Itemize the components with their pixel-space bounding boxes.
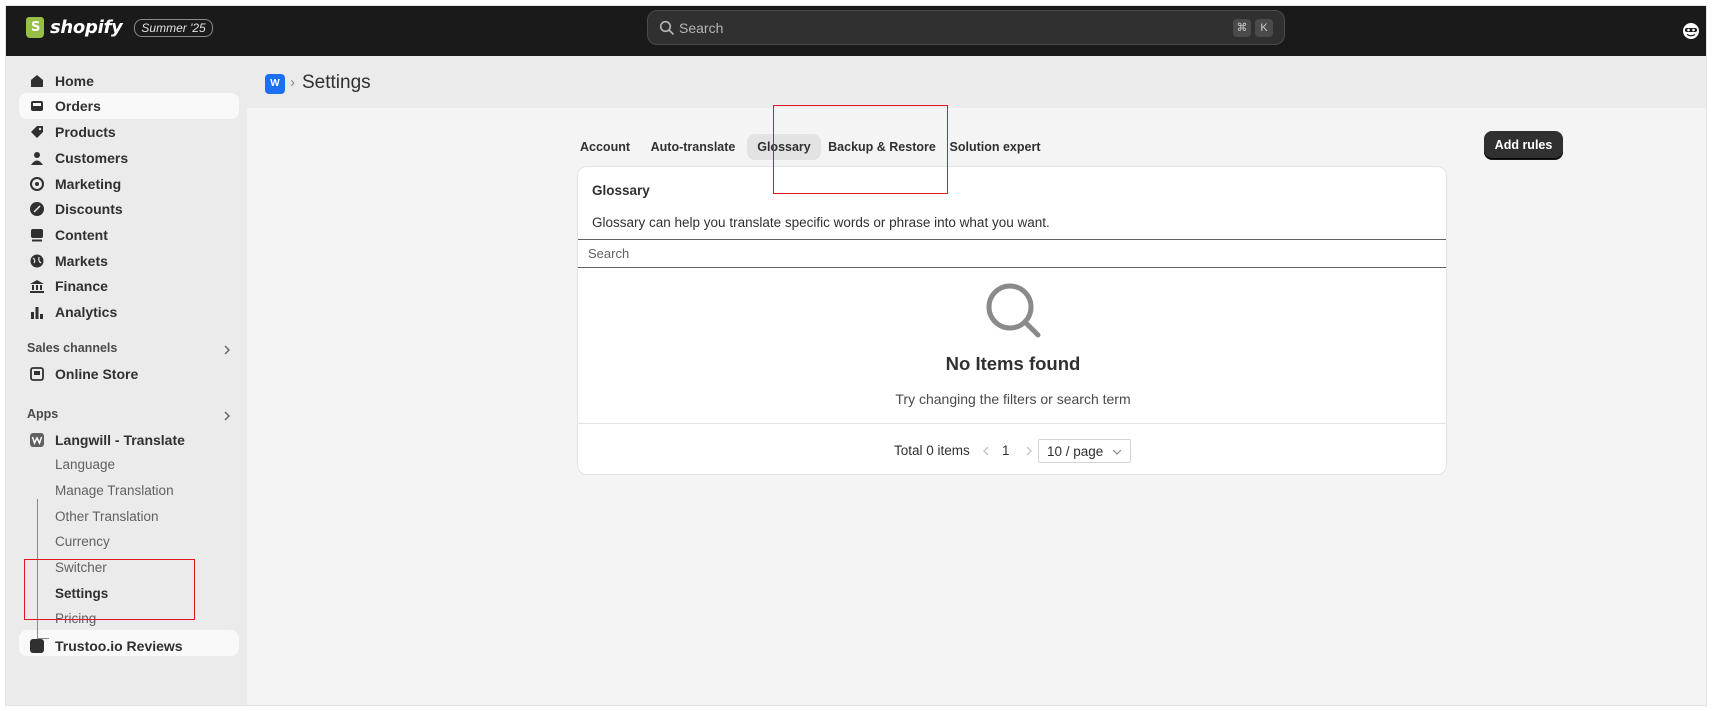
page-size-value: 10 / page [1047,444,1104,459]
sidebar-item-trustoo[interactable]: Trustoo.io Reviews [19,633,239,659]
sidebar-item-home[interactable]: Home [19,68,239,94]
breadcrumb-separator: › [290,74,295,91]
card-description: Glossary can help you translate specific… [592,215,1050,230]
tab-solution-expert[interactable]: Solution expert [944,134,1046,160]
apps-heading[interactable]: Apps [27,407,58,421]
discount-icon [30,202,44,216]
glossary-card: Glossary Glossary can help you translate… [577,166,1447,475]
sidebar-item-discounts[interactable]: Discounts [19,196,239,222]
glossary-search-input[interactable]: Search [578,239,1446,268]
subnav-other-translation[interactable]: Other Translation [55,509,159,524]
content-icon [31,229,43,242]
page-number[interactable]: 1 [1002,443,1010,458]
search-placeholder: Search [588,246,630,261]
subnav-language[interactable]: Language [55,457,115,472]
store-icon [30,367,44,381]
page-header: W › Settings [247,56,1706,108]
sidebar-item-label: Content [55,227,108,243]
sidebar-item-content[interactable]: Content [19,222,239,248]
sidebar-item-label: Analytics [55,304,118,320]
chevron-left-icon[interactable] [980,444,992,458]
bar-chart-icon [31,307,43,319]
sales-channels-heading[interactable]: Sales channels [27,341,117,355]
empty-state-title: No Items found [945,353,1081,374]
sidebar-item-markets[interactable]: Markets [19,248,239,274]
chevron-down-icon [1112,449,1122,455]
tab-auto-translate[interactable]: Auto-translate [647,134,739,160]
langwill-logo-icon[interactable]: W [265,74,285,94]
search-icon [659,20,674,35]
top-bar: shopify Summer '25 Search ⌘ K [6,6,1706,56]
sidebar-item-label: Finance [55,278,108,294]
sidebar-item-langwill[interactable]: Langwill - Translate [19,427,239,453]
empty-state-subtitle: Try changing the filters or search term [895,391,1131,407]
trustoo-app-icon [30,639,44,653]
sidebar-item-analytics[interactable]: Analytics [19,299,239,325]
pagination-total: Total 0 items [894,443,970,458]
sidebar-item-orders[interactable]: Orders [19,93,239,119]
sidebar-item-online-store[interactable]: Online Store [19,361,239,387]
bank-icon [30,280,44,293]
sidebar-item-label: Home [55,73,94,89]
sidebar-item-label: Discounts [55,201,123,217]
magnifier-icon [986,283,1041,338]
brand-name: shopify [50,17,123,38]
home-icon [31,75,43,87]
tab-account[interactable]: Account [572,134,638,160]
page-title: Settings [302,72,371,93]
add-rules-button[interactable]: Add rules [1484,131,1563,159]
sidebar-item-finance[interactable]: Finance [19,273,239,299]
content-area: Account Auto-translate Glossary Backup &… [247,108,1706,705]
shopify-bag-icon [26,17,44,38]
user-avatar-icon[interactable] [1682,22,1700,40]
search-placeholder: Search [679,20,724,36]
edition-badge: Summer '25 [134,18,213,37]
sidebar-item-label: Marketing [55,176,122,192]
annotation-box-glossary-tab [773,105,948,194]
shopify-logo[interactable]: shopify Summer '25 [26,17,213,38]
divider [578,423,1446,424]
subnav-currency[interactable]: Currency [55,534,110,549]
sidebar-item-label: Trustoo.io Reviews [55,638,183,654]
main-area: W › Settings Account Auto-translate Glos… [247,56,1706,705]
person-icon [31,152,43,165]
k-key-hint: K [1255,19,1273,37]
page-size-select[interactable]: 10 / page [1038,439,1131,463]
app-frame: shopify Summer '25 Search ⌘ K Home [5,5,1707,706]
sidebar-item-products[interactable]: Products [19,119,239,145]
sidebar-item-marketing[interactable]: Marketing [19,171,239,197]
langwill-app-icon [30,433,44,447]
sidebar-item-label: Langwill - Translate [55,432,185,448]
command-key-hint: ⌘ [1233,19,1251,37]
sidebar-item-label: Customers [55,150,129,166]
subnav-manage-translation[interactable]: Manage Translation [55,483,174,498]
sidebar-item-customers[interactable]: Customers [19,145,239,171]
tag-icon [31,126,43,138]
chevron-right-icon[interactable] [1023,444,1035,458]
global-search[interactable]: Search ⌘ K [647,10,1285,45]
sidebar-item-label: Products [55,124,116,140]
orders-icon [31,101,43,111]
target-icon [30,177,44,191]
chevron-right-icon[interactable] [222,345,232,355]
sidebar-item-label: Markets [55,253,108,269]
annotation-box-settings-item [24,559,195,620]
sidebar-item-label: Online Store [55,366,139,382]
chevron-right-icon[interactable] [222,411,232,421]
card-title: Glossary [592,183,650,198]
sidebar-item-label: Orders [55,98,101,114]
globe-icon [30,254,44,268]
